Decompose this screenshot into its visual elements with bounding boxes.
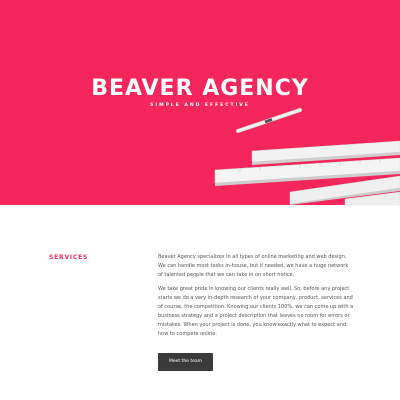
pen-icon [236, 108, 302, 133]
meet-the-team-button[interactable]: Meet the team [158, 353, 213, 371]
site-tagline: SIMPLE AND EFFECTIVE [150, 103, 250, 108]
site-title: BEAVER AGENCY [91, 76, 309, 101]
section-heading-services: SERVICES [49, 254, 89, 261]
hero-banner: BEAVER AGENCY SIMPLE AND EFFECTIVE [0, 0, 400, 205]
services-paragraph: Beaver Agency specializes in all types o… [158, 254, 349, 278]
services-paragraph: We take great pride in knowing our clien… [158, 286, 354, 337]
